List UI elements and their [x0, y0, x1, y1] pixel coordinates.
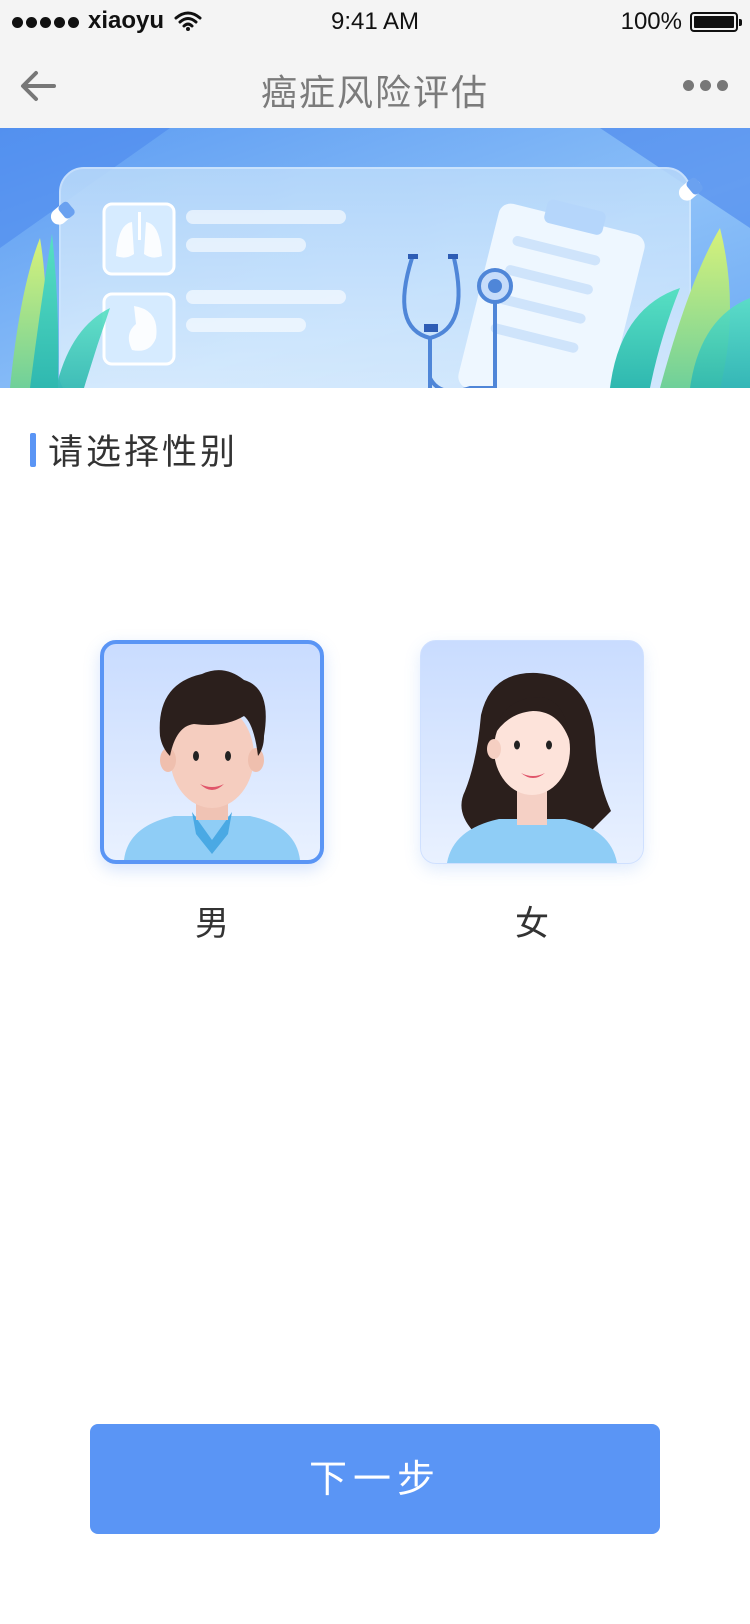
hero-banner [0, 128, 750, 388]
female-avatar [447, 672, 617, 863]
page-title: 癌症风险评估 [260, 73, 489, 114]
gender-label-male[interactable]: 男 [100, 896, 324, 945]
battery-percent: 100% [620, 8, 682, 35]
navigation-bar: 癌症风险评估 [0, 42, 750, 128]
medical-illustration [0, 128, 750, 388]
next-step-button[interactable]: 下一步 [90, 1424, 660, 1534]
male-avatar [124, 670, 300, 860]
gender-label-female[interactable]: 女 [420, 896, 644, 945]
section-title: 请选择性别 [48, 433, 239, 473]
section-accent-bar [30, 432, 36, 467]
section-header: 请选择性别 [30, 424, 238, 475]
battery-icon [690, 12, 742, 32]
status-bar: xiaoyu 9:41 AM 100% [0, 0, 750, 42]
gender-card-male[interactable] [100, 640, 324, 864]
status-right: 100% [620, 8, 742, 36]
gender-card-female[interactable] [420, 640, 644, 864]
more-dots-icon[interactable] [677, 80, 728, 91]
